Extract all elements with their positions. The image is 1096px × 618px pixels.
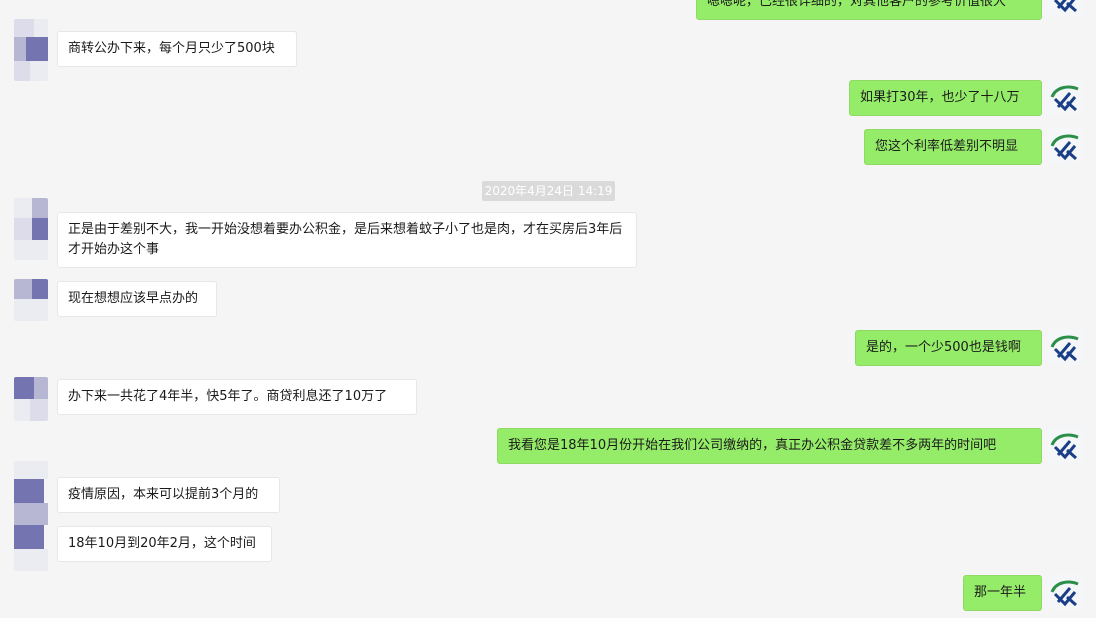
message-text: 如果打30年，也少了十八万: [860, 90, 1020, 105]
chat-area: 嗯嗯呢，已经很详细的，对其他客户的参考价值很大 商转公办下来，每个月只少了500…: [0, 0, 1096, 618]
company-logo-icon: [1050, 580, 1079, 607]
received-message: 办下来一共花了4年半，快5年了。商贷利息还了10万了: [57, 379, 417, 415]
message-text: 现在想想应该早点办的: [68, 291, 199, 306]
message-text: 商转公办下来，每个月只少了500块: [68, 41, 275, 56]
received-message: 正是由于差别不大，我一开始没想着要办公积金，是后来想着蚊子小了也是肉，才在买房后…: [57, 212, 637, 268]
contact-avatar[interactable]: [14, 461, 48, 571]
company-logo-icon: [1050, 85, 1079, 112]
message-text: 办下来一共花了4年半，快5年了。商贷利息还了10万了: [68, 389, 388, 404]
message-text: 18年10月到20年2月，这个时间: [68, 536, 256, 551]
contact-avatar-right[interactable]: [1048, 79, 1084, 115]
company-logo-icon: [1053, 0, 1077, 13]
contact-avatar-right[interactable]: [1048, 329, 1084, 365]
message-text: 那一年半: [974, 585, 1027, 600]
contact-avatar[interactable]: [14, 377, 48, 421]
message-text: 我看您是18年10月份开始在我们公司缴纳的，真正办公积金贷款差不多两年的时间吧: [508, 438, 997, 453]
sent-message: 如果打30年，也少了十八万: [849, 80, 1042, 116]
contact-avatar[interactable]: [14, 279, 48, 321]
contact-avatar-right[interactable]: [1048, 574, 1084, 610]
contact-avatar-right[interactable]: [1048, 0, 1084, 16]
received-message: 疫情原因，本来可以提前3个月的: [57, 477, 280, 513]
received-message: 商转公办下来，每个月只少了500块: [57, 31, 297, 67]
sent-message: 是的，一个少500也是钱啊: [855, 330, 1042, 366]
message-text: 您这个利率低差别不明显: [875, 139, 1019, 154]
company-logo-icon: [1050, 335, 1079, 362]
sent-message: 那一年半: [963, 575, 1042, 611]
contact-avatar-right[interactable]: [1048, 427, 1084, 463]
message-text: 疫情原因，本来可以提前3个月的: [68, 487, 259, 502]
message-text: 嗯嗯呢，已经很详细的，对其他客户的参考价值很大: [707, 0, 1007, 9]
timestamp: 2020年4月24日 14:19: [482, 181, 615, 201]
received-message: 现在想想应该早点办的: [57, 281, 217, 317]
company-logo-icon: [1050, 134, 1079, 161]
contact-avatar[interactable]: [14, 19, 48, 81]
sent-message: 嗯嗯呢，已经很详细的，对其他客户的参考价值很大: [696, 0, 1042, 20]
contact-avatar[interactable]: [14, 198, 48, 260]
message-text: 是的，一个少500也是钱啊: [866, 340, 1021, 355]
received-message: 18年10月到20年2月，这个时间: [57, 526, 272, 562]
message-text: 正是由于差别不大，我一开始没想着要办公积金，是后来想着蚊子小了也是肉，才在买房后…: [68, 222, 623, 257]
contact-avatar-right[interactable]: [1048, 128, 1084, 164]
sent-message: 我看您是18年10月份开始在我们公司缴纳的，真正办公积金贷款差不多两年的时间吧: [497, 428, 1042, 464]
sent-message: 您这个利率低差别不明显: [864, 129, 1042, 165]
company-logo-icon: [1050, 433, 1079, 460]
